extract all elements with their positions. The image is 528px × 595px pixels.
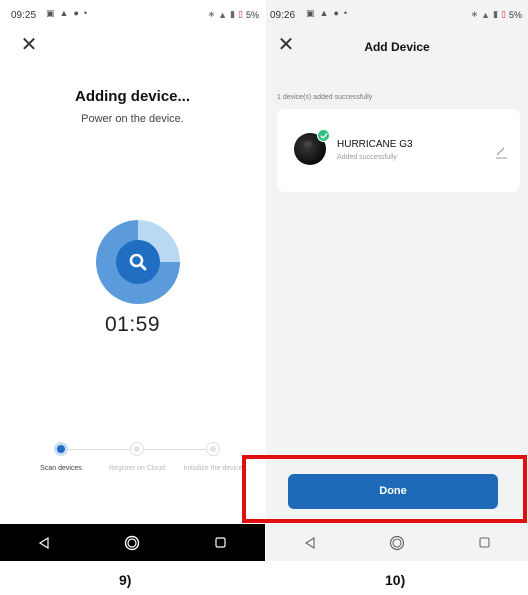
gallery-icon: ▣ [306, 8, 315, 18]
recents-square-icon[interactable] [211, 533, 231, 553]
navigation-bar [266, 524, 528, 561]
signal-icon: ▮ [230, 9, 236, 19]
back-triangle-icon[interactable] [34, 533, 54, 553]
status-time: 09:25 [11, 10, 37, 21]
status-bar: 09:26 ▣ ▲ ● • ∗ ▲ ▮ ▯ 5% [266, 0, 528, 28]
bluetooth-icon: ∗ [470, 9, 479, 19]
step-label-initialize: Initialize the device [183, 465, 243, 472]
wifi-icon: ▲ [481, 9, 491, 20]
chat-icon: ● [333, 8, 339, 18]
battery-percent: 5% [245, 9, 259, 20]
page-title: Adding device... [74, 88, 191, 105]
status-bar: 09:25 ▣ ▲ ● • ∗ ▲ ▮ ▯ 5% [0, 0, 265, 28]
battery-percent: 5% [508, 9, 522, 20]
chat-icon: ● [73, 8, 79, 18]
recents-square-icon[interactable] [474, 533, 494, 553]
screenshot-comparison: 09:25 ▣ ▲ ● • ∗ ▲ ▮ ▯ 5% ✕ Adding device… [0, 0, 528, 595]
notification-icons: ▣ ▲ ● • [306, 8, 347, 19]
device-card[interactable]: HURRICANE G3 Added successfully [277, 109, 520, 192]
step-label-scan: Scan devices [40, 465, 82, 472]
device-name: HURRICANE G3 [337, 139, 413, 150]
system-icons: ∗ ▲ ▮ ▯ 5% [471, 9, 522, 20]
page-title: Add Device [364, 40, 430, 54]
countdown-timer: 01:59 [104, 313, 161, 336]
wifi-icon: ▲ [218, 9, 228, 20]
home-circle-icon[interactable] [387, 533, 407, 553]
notification-icons: ▣ ▲ ● • [46, 8, 87, 19]
caption-right: 10) [385, 572, 406, 588]
battery-icon: ▯ [501, 9, 506, 19]
step-label-register: Register on Cloud [108, 465, 166, 472]
gallery-icon: ▣ [46, 8, 55, 18]
signal-icon: ▮ [493, 9, 499, 19]
status-time: 09:26 [270, 10, 296, 21]
added-count-text: 1 device(s) added successfully [277, 94, 373, 101]
step-connector [143, 449, 206, 450]
close-icon[interactable]: ✕ [18, 34, 40, 56]
system-icons: ∗ ▲ ▮ ▯ 5% [208, 9, 259, 20]
caption-left: 9) [119, 572, 132, 588]
pencil-icon[interactable] [494, 145, 508, 159]
dot-icon: • [343, 8, 348, 18]
home-circle-icon[interactable] [122, 533, 142, 553]
step-connector [68, 449, 131, 450]
navigation-bar [0, 524, 265, 561]
bell-icon: ▲ [319, 8, 329, 18]
bell-icon: ▲ [59, 8, 69, 18]
check-icon [317, 129, 330, 142]
search-icon [116, 240, 160, 284]
highlight-frame [242, 455, 527, 523]
adding-device-screen: 09:25 ▣ ▲ ● • ∗ ▲ ▮ ▯ 5% ✕ Adding device… [0, 0, 265, 561]
bluetooth-icon: ∗ [207, 9, 216, 19]
step-dot-scan [54, 442, 68, 456]
step-dot-initialize [206, 442, 220, 456]
device-status: Added successfully [337, 154, 397, 161]
back-triangle-icon[interactable] [300, 533, 320, 553]
dot-icon: • [83, 8, 88, 18]
battery-icon: ▯ [238, 9, 243, 19]
scan-progress-ring [96, 220, 180, 304]
step-dot-register [130, 442, 144, 456]
page-subtitle: Power on the device. [81, 113, 184, 125]
